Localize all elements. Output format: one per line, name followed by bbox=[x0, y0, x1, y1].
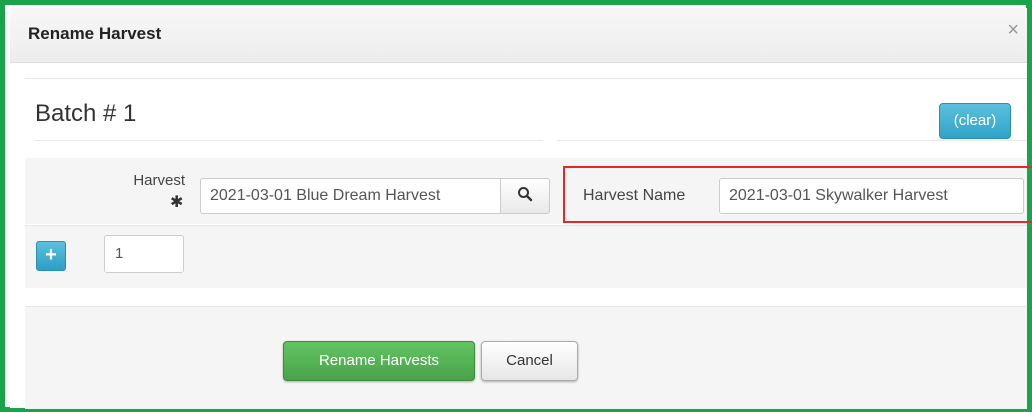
harvest-name-input[interactable]: 2021-03-01 Skywalker Harvest bbox=[719, 178, 1024, 214]
harvest-name-label: Harvest Name bbox=[583, 187, 686, 204]
rename-harvest-dialog: Rename Harvest × Batch # 1 (clear) Harve… bbox=[10, 8, 1032, 409]
harvest-select-input[interactable]: 2021-03-01 Blue Dream Harvest bbox=[200, 178, 500, 214]
dialog-body: Batch # 1 (clear) Harvest ✱ 2021-03-01 B… bbox=[25, 78, 1032, 409]
rename-harvests-button[interactable]: Rename Harvests bbox=[283, 341, 475, 381]
divider bbox=[557, 140, 1027, 141]
dialog-header: Rename Harvest × bbox=[10, 8, 1027, 63]
dialog-title: Rename Harvest bbox=[28, 24, 162, 43]
plus-icon[interactable]: + bbox=[36, 241, 66, 271]
batch-title: Batch # 1 bbox=[35, 100, 137, 127]
close-icon[interactable]: × bbox=[1007, 20, 1019, 40]
asterisk-icon: ✱ bbox=[170, 194, 184, 211]
clear-button[interactable]: (clear) bbox=[939, 103, 1011, 139]
row-count-input[interactable]: 1 bbox=[104, 235, 184, 273]
divider bbox=[35, 140, 543, 141]
search-icon bbox=[517, 186, 533, 207]
cancel-button[interactable]: Cancel bbox=[481, 341, 578, 381]
harvest-label: Harvest bbox=[133, 172, 185, 189]
divider bbox=[25, 78, 1027, 79]
harvest-search-button[interactable] bbox=[500, 178, 550, 214]
